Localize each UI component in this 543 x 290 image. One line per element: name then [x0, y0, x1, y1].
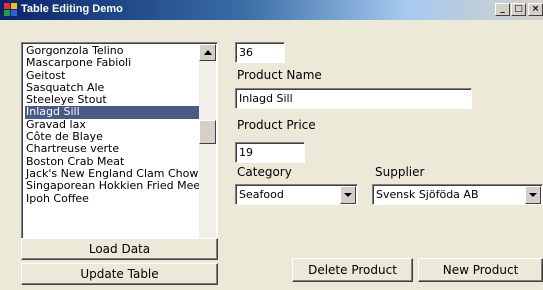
- product-name-field[interactable]: Inlagd Sill: [235, 88, 472, 109]
- app-grid-icon[interactable]: [4, 3, 18, 17]
- triangle-up-icon: [204, 50, 212, 55]
- product-list-items: Gorgonzola Telino Mascarpone Fabioli Geito…: [25, 45, 200, 205]
- maximize-button[interactable]: □: [511, 3, 526, 16]
- list-item[interactable]: Sasquatch Ale: [25, 82, 200, 94]
- category-label: Category: [237, 165, 292, 179]
- new-product-button[interactable]: New Product: [418, 258, 543, 282]
- list-item[interactable]: Gorgonzola Telino: [25, 45, 200, 57]
- list-item[interactable]: Chartreuse verte: [25, 143, 200, 155]
- scroll-thumb[interactable]: [199, 120, 216, 144]
- update-table-button[interactable]: Update Table: [21, 263, 218, 285]
- triangle-down-icon: [344, 193, 352, 197]
- product-listbox[interactable]: Gorgonzola Telino Mascarpone Fabioli Geito…: [21, 42, 218, 258]
- list-item[interactable]: Geitost: [25, 70, 200, 82]
- supplier-dropdown[interactable]: Svensk Sjöföda AB: [372, 184, 543, 205]
- list-item[interactable]: Côte de Blaye: [25, 131, 200, 143]
- load-data-button[interactable]: Load Data: [21, 238, 218, 260]
- supplier-value: Svensk Sjöföda AB: [376, 188, 479, 201]
- category-value: Seafood: [239, 188, 284, 201]
- scroll-up-button[interactable]: [199, 44, 216, 61]
- product-name-label: Product Name: [237, 68, 322, 82]
- supplier-dropdown-button[interactable]: [525, 186, 541, 204]
- product-price-field[interactable]: 19: [235, 142, 305, 163]
- delete-product-button[interactable]: Delete Product: [292, 258, 413, 282]
- app-window: Table Editing Demo _ □ × Gorgonzola Teli…: [0, 0, 543, 290]
- list-item[interactable]: Steeleye Stout: [25, 94, 200, 106]
- product-price-label: Product Price: [237, 118, 316, 132]
- list-item[interactable]: Inlagd Sill: [25, 106, 200, 119]
- list-item[interactable]: Singaporean Hokkien Fried Mee: [25, 180, 200, 192]
- list-item[interactable]: Ipoh Coffee: [25, 193, 200, 205]
- list-item[interactable]: Jack's New England Clam Chowder: [25, 168, 200, 180]
- product-id-field[interactable]: 36: [235, 42, 285, 63]
- close-button[interactable]: ×: [528, 3, 543, 16]
- title-bar[interactable]: Table Editing Demo _ □ ×: [0, 0, 543, 20]
- supplier-label: Supplier: [375, 165, 425, 179]
- list-scrollbar[interactable]: [199, 44, 216, 256]
- list-item[interactable]: Mascarpone Fabioli: [25, 57, 200, 69]
- list-item[interactable]: Boston Crab Meat: [25, 156, 200, 168]
- window-title: Table Editing Demo: [21, 3, 123, 15]
- category-dropdown[interactable]: Seafood: [235, 184, 358, 205]
- triangle-down-icon: [529, 193, 537, 197]
- list-item[interactable]: Gravad lax: [25, 119, 200, 131]
- minimize-button[interactable]: _: [495, 3, 510, 16]
- category-dropdown-button[interactable]: [340, 186, 356, 204]
